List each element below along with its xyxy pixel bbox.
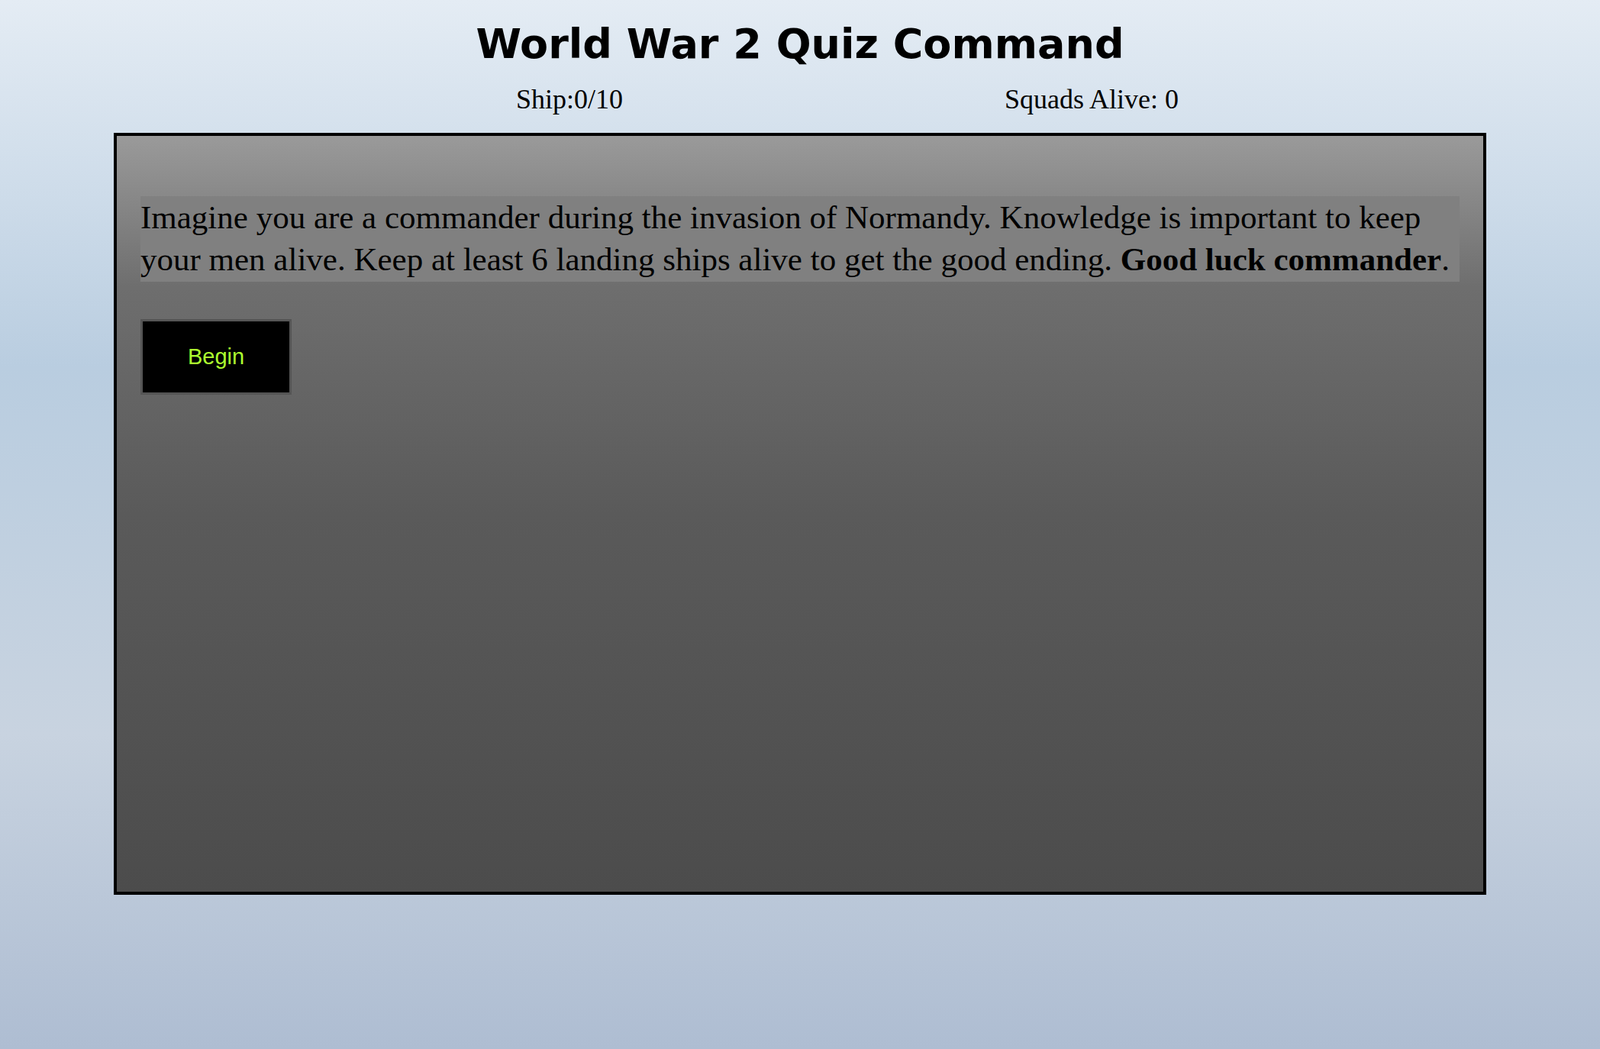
intro-bold: Good luck commander — [1120, 241, 1442, 278]
ship-count: Ship:0/10 — [516, 83, 623, 117]
page-title: World War 2 Quiz Command — [475, 19, 1124, 70]
squads-alive: Squads Alive: 0 — [1004, 83, 1179, 117]
game-panel: Imagine you are a commander during the i… — [113, 132, 1487, 895]
page: World War 2 Quiz Command Ship:0/10 Squads … — [0, 0, 1600, 1049]
begin-button[interactable]: Begin — [140, 319, 292, 395]
intro-text: Imagine you are a commander during the i… — [140, 196, 1460, 282]
stats-bar: Ship:0/10 Squads Alive: 0 — [421, 83, 1179, 117]
